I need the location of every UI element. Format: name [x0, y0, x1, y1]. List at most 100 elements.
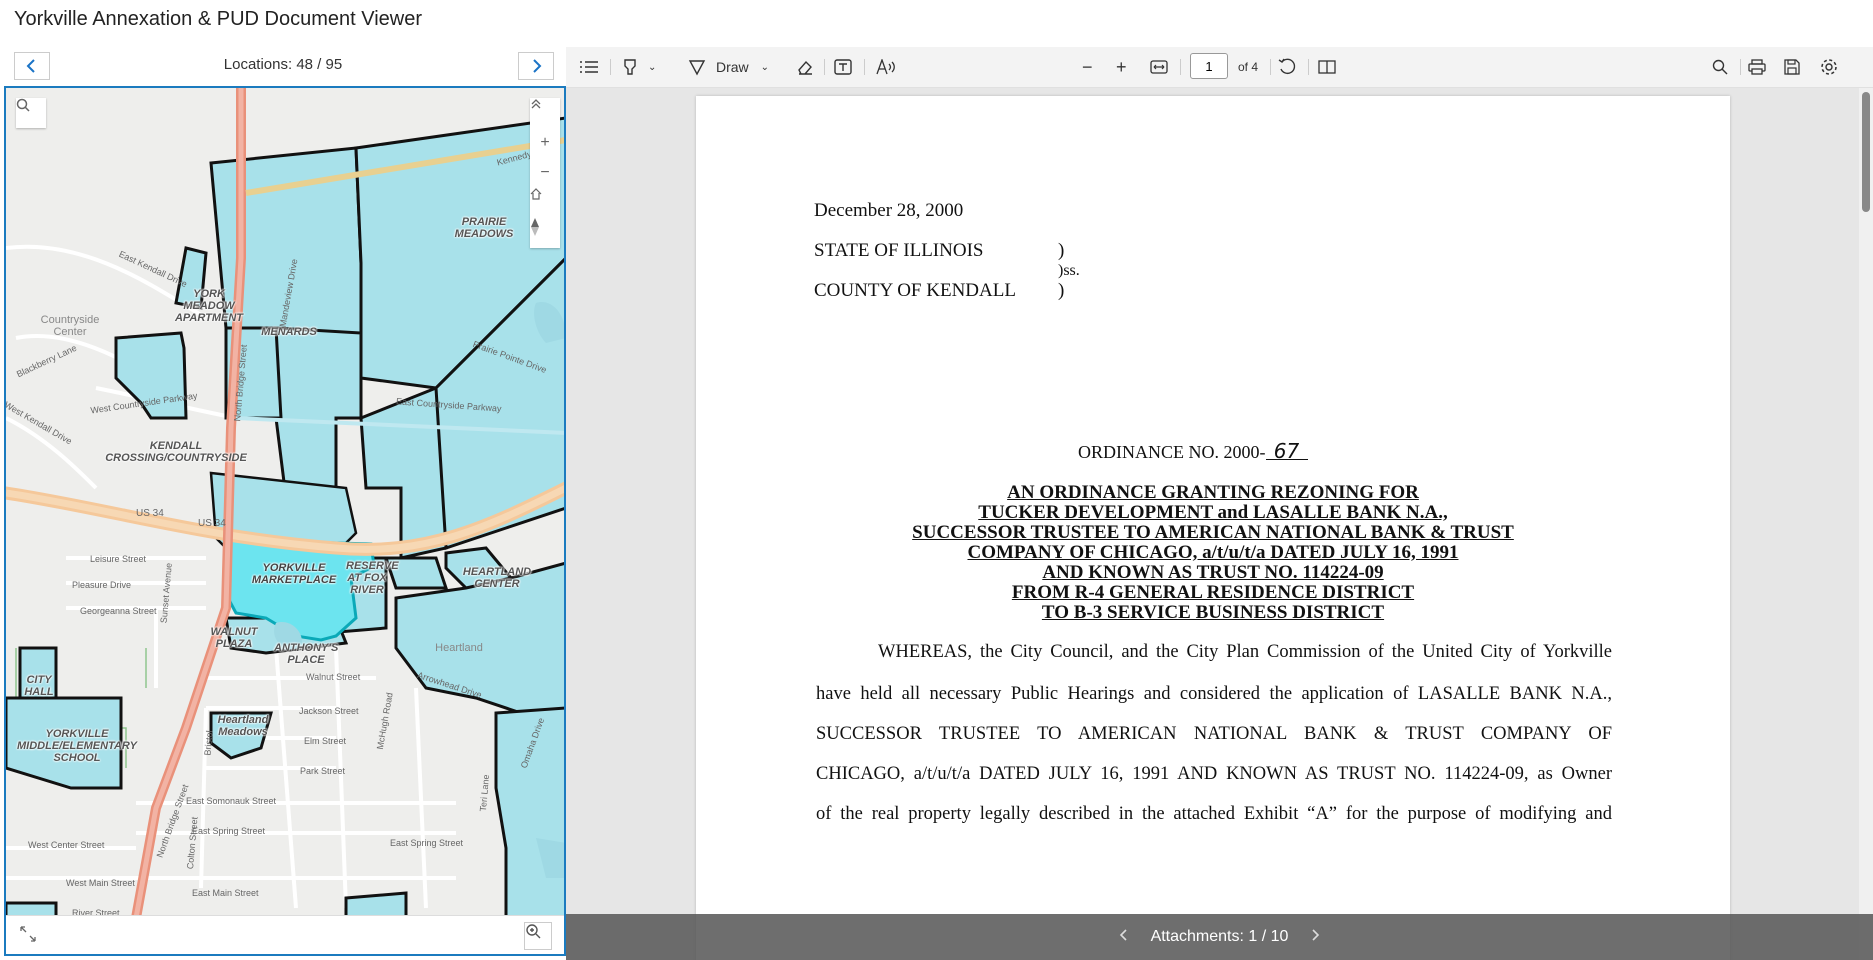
erase-button[interactable]: [796, 57, 814, 77]
street-label: East Somonauk Street: [186, 796, 277, 806]
street-label: West Main Street: [66, 878, 135, 888]
attachments-bar: Attachments: 1 / 10: [566, 914, 1873, 960]
scrollbar-thumb[interactable]: [1862, 92, 1870, 212]
next-location-button[interactable]: [518, 52, 554, 80]
street-label: East Main Street: [192, 888, 259, 898]
street-label: Walnut Street: [306, 672, 361, 682]
page-number-input[interactable]: 1: [1190, 53, 1228, 79]
highlight-button[interactable]: ⌄: [622, 57, 656, 77]
print-button[interactable]: [1748, 57, 1766, 77]
settings-button[interactable]: [1820, 57, 1838, 77]
document-date: December 28, 2000: [814, 200, 964, 221]
map-zoom-out-button[interactable]: −: [530, 158, 560, 188]
map-view[interactable]: PRAIRIE MEADOWS YORK MEADOW APARTMENT ME…: [4, 86, 566, 956]
collapse-tools-button[interactable]: [530, 98, 560, 128]
attachments-counter: Attachments: 1 / 10: [1150, 928, 1289, 945]
page-count: of 4: [1238, 60, 1259, 74]
save-button[interactable]: [1784, 57, 1800, 77]
map-label-yorkville-school: YORKVILLE MIDDLE/ELEMENTARY SCHOOL: [17, 728, 137, 764]
minus-icon: −: [540, 164, 550, 181]
locations-counter: Locations: 48 / 95: [223, 56, 343, 73]
toolbar-divider: [824, 59, 825, 75]
highlight-icon: [624, 59, 636, 75]
map-search-button[interactable]: [16, 98, 46, 128]
chevron-right-icon: [533, 59, 542, 73]
chevron-right-icon: [1312, 928, 1320, 941]
pdf-zoom-in-button[interactable]: +: [1116, 57, 1127, 77]
zoom-out-icon: −: [1082, 56, 1093, 77]
map-label-reserve-fox-river: RESERVE AT FOX RIVER: [346, 560, 399, 596]
locations-bar: Locations: 48 / 95: [0, 48, 566, 84]
body-line: have held all necessary Public Hearings …: [816, 684, 1612, 704]
heading-line: AND KNOWN AS TRUST NO. 114224-09: [1042, 562, 1384, 583]
heading-line: AN ORDINANCE GRANTING REZONING FOR: [1007, 482, 1419, 503]
street-label: US 34: [136, 508, 164, 519]
viewer-scrollbar[interactable]: [1859, 88, 1873, 960]
map-compass-button[interactable]: [530, 218, 560, 248]
home-icon: [530, 188, 542, 200]
fit-width-button[interactable]: [1150, 57, 1168, 77]
chevron-down-icon: ⌄: [760, 61, 770, 73]
chevron-left-icon: [1119, 928, 1127, 941]
toolbar-divider: [1270, 59, 1271, 75]
toolbar-divider: [1740, 59, 1741, 75]
draw-icon: [688, 60, 706, 76]
document-ss: )ss.: [1058, 262, 1080, 279]
heading-line: SUCCESSOR TRUSTEE TO AMERICAN NATIONAL B…: [912, 522, 1514, 543]
page-view-button[interactable]: [1318, 57, 1336, 77]
body-line: of the real property legally described i…: [816, 804, 1612, 824]
heading-line: TUCKER DEVELOPMENT and LASALLE BANK N.A.…: [978, 502, 1448, 523]
heading-line: COMPANY OF CHICAGO, a/t/u/t/a DATED JULY…: [967, 542, 1459, 563]
ordinance-label: ORDINANCE NO. 2000-: [1078, 442, 1266, 462]
plus-icon: +: [540, 134, 550, 151]
map-label-york-meadow: YORK MEADOW APARTMENT: [174, 288, 244, 324]
street-label: Pleasure Drive: [72, 580, 132, 590]
draw-label: Draw: [716, 59, 749, 75]
contents-button[interactable]: [580, 57, 598, 77]
map-label-anthonys-place: ANTHONY'S PLACE: [274, 642, 339, 666]
toolbar-divider: [1180, 59, 1181, 75]
map-label-walnut-plaza: WALNUT PLAZA: [210, 626, 258, 650]
map-tool-stack: + −: [530, 98, 560, 248]
zoom-in-icon: +: [1116, 56, 1127, 77]
settings-icon: [1821, 59, 1837, 75]
pdf-search-button[interactable]: [1712, 57, 1728, 77]
app-title: Yorkville Annexation & PUD Document View…: [14, 8, 422, 30]
map-home-button[interactable]: [530, 188, 560, 218]
street-label: East Spring Street: [192, 826, 266, 836]
body-line: SUCCESSOR TRUSTEE TO AMERICAN NATIONAL B…: [816, 724, 1612, 744]
prev-attachment-button[interactable]: [1119, 928, 1129, 947]
rotate-button[interactable]: [1278, 57, 1296, 77]
map-zoom-to-button[interactable]: [524, 922, 552, 950]
ordinance-handwritten-number: 67: [1265, 441, 1308, 461]
read-aloud-button[interactable]: [876, 57, 896, 77]
map-label-heartland-meadows: Heartland Meadows: [217, 714, 269, 738]
add-text-button[interactable]: [834, 57, 852, 77]
draw-button[interactable]: Draw ⌄: [688, 57, 769, 77]
zoom-to-icon: [526, 924, 541, 939]
street-label: Georgeanna Street: [80, 606, 157, 616]
document-bracket: ): [1058, 240, 1065, 261]
chevron-down-icon: ⌄: [648, 61, 657, 73]
map-label-menards: MENARDS: [261, 326, 317, 338]
rotate-icon: [1278, 58, 1296, 75]
search-icon: [1712, 59, 1728, 75]
map-zoom-in-button[interactable]: +: [530, 128, 560, 158]
eraser-icon: [798, 60, 812, 75]
map-label-yorkville-marketplace: YORKVILLE MARKETPLACE: [251, 562, 337, 586]
compass-icon: [531, 218, 539, 236]
document-bracket: ): [1058, 280, 1065, 301]
street-label: Leisure Street: [90, 554, 147, 564]
fit-width-icon: [1150, 60, 1168, 74]
street-label: East Spring Street: [390, 838, 464, 848]
next-attachment-button[interactable]: [1310, 928, 1320, 947]
pdf-zoom-out-button[interactable]: −: [1082, 57, 1093, 77]
map-label-heartland-center: HEARTLAND CENTER: [462, 566, 532, 590]
toolbar-divider: [1308, 59, 1309, 75]
place-label-countryside-center: Countryside Center: [40, 314, 100, 338]
toolbar-divider: [610, 59, 611, 75]
document-viewer[interactable]: December 28, 2000 STATE OF ILLINOIS ) )s…: [566, 88, 1873, 960]
place-label-heartland: Heartland: [435, 642, 483, 654]
street-label: US 34: [198, 518, 226, 529]
map-footer: [6, 915, 564, 954]
